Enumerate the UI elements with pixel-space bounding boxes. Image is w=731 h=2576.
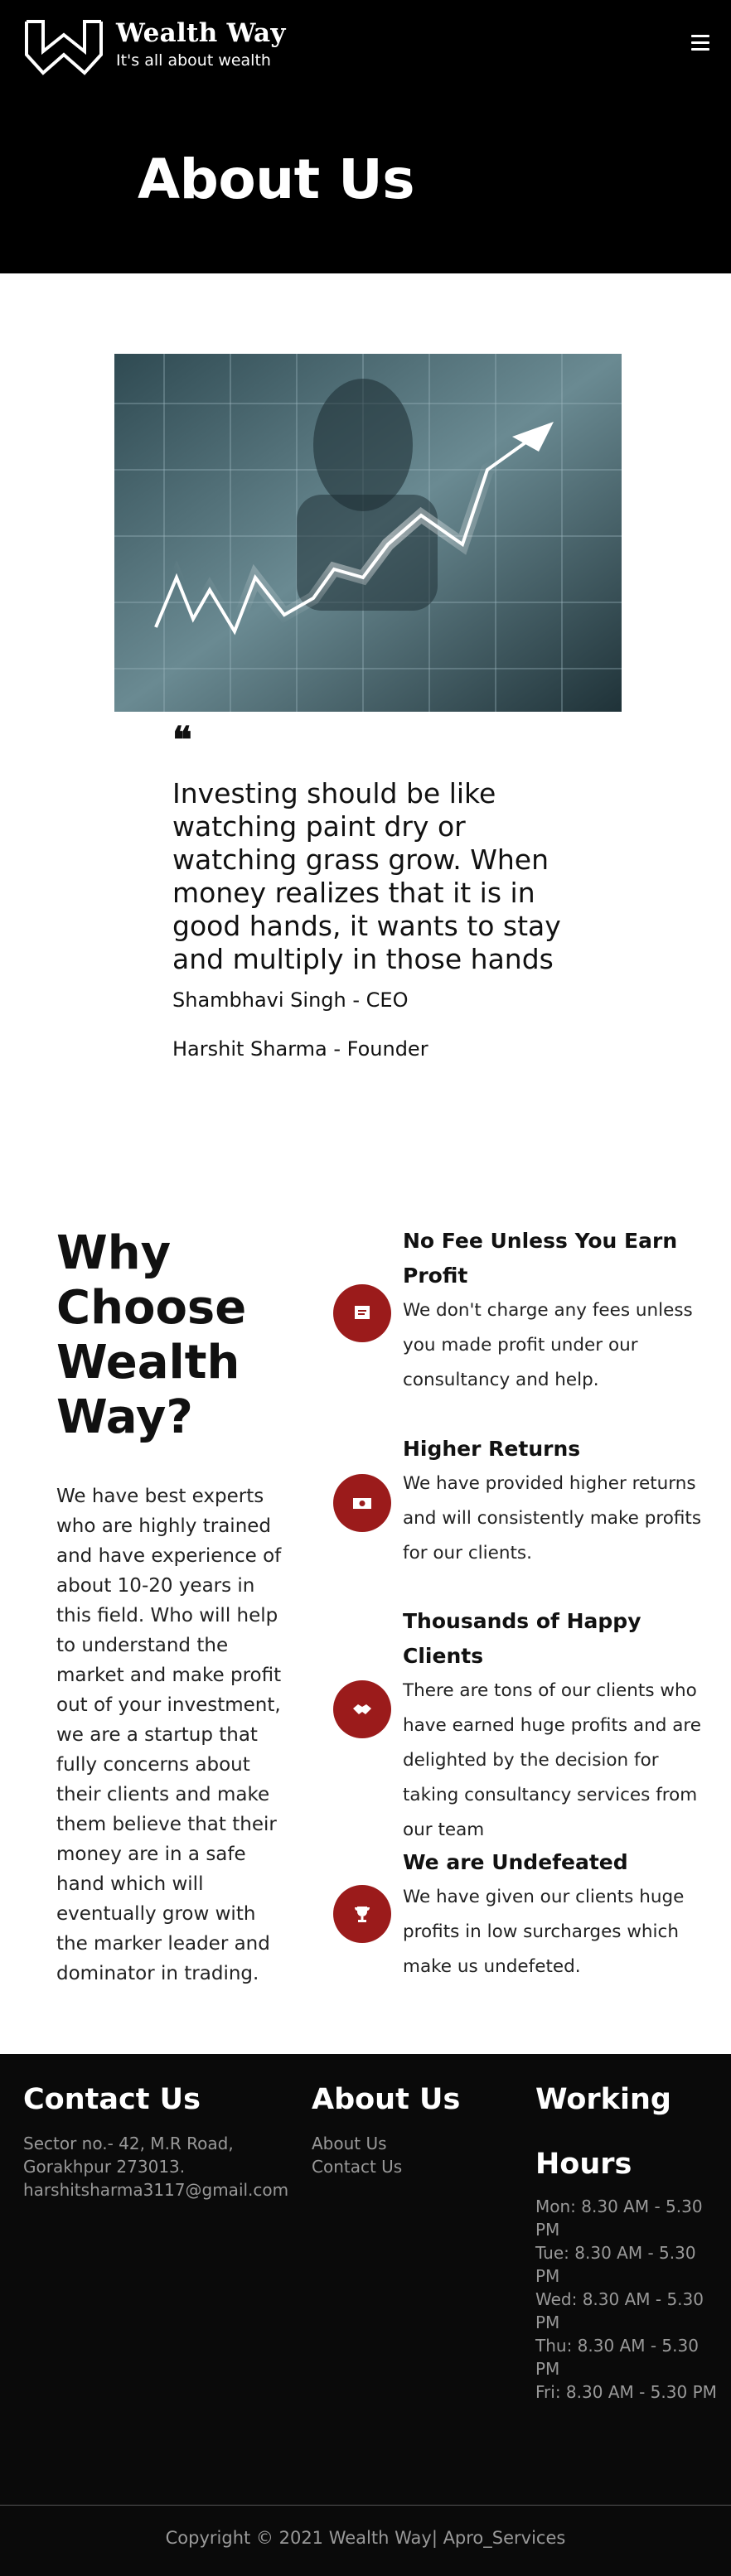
brand-tagline: It's all about wealth xyxy=(116,51,271,70)
feature-title: Thousands of Happy Clients xyxy=(403,1609,641,1668)
why-choose-heading: Why Choose Wealth Way? xyxy=(56,1226,247,1444)
footer-contact-heading: Contact Us xyxy=(23,2083,201,2116)
feature-higher-returns: Higher Returns We have provided higher r… xyxy=(403,1432,708,1571)
footer-address-line: Gorakhpur 273013. xyxy=(23,2157,186,2177)
hours-line: Mon: 8.30 AM - 5.30 PM xyxy=(535,2197,703,2240)
footer-hours: Working Hours Mon: 8.30 AM - 5.30 PM Tue… xyxy=(535,2067,719,2404)
quote-text: Investing should be like watching paint … xyxy=(172,777,561,975)
feature-title: No Fee Unless You Earn Profit xyxy=(403,1229,678,1288)
feature-text: We have given our clients huge profits i… xyxy=(403,1887,685,1977)
site-header: Wealth Way It's all about wealth About U… xyxy=(0,0,731,273)
feature-text: There are tons of our clients who have e… xyxy=(403,1680,701,1840)
feature-title: We are Undefeated xyxy=(403,1850,628,1874)
footer-email[interactable]: harshitsharma3117@gmail.com xyxy=(23,2178,297,2201)
feature-undefeated: We are Undefeated We have given our clie… xyxy=(403,1845,708,1984)
feature-text: We don't charge any fees unless you made… xyxy=(403,1300,693,1390)
footer-hours-heading-line1: Working xyxy=(535,2083,671,2116)
hours-line: Tue: 8.30 AM - 5.30 PM xyxy=(535,2243,696,2286)
money-icon xyxy=(333,1474,391,1532)
brand-name[interactable]: Wealth Way xyxy=(116,18,286,48)
feature-text: We have provided higher returns and will… xyxy=(403,1473,702,1563)
logo-icon[interactable] xyxy=(23,18,104,76)
footer-hours-heading-line2: Hours xyxy=(535,2148,632,2181)
handshake-icon xyxy=(333,1680,391,1738)
footer-address-line: Sector no.- 42, M.R Road, xyxy=(23,2134,234,2153)
footer-about-heading: About Us xyxy=(312,2083,461,2116)
footer-contact: Contact Us Sector no.- 42, M.R Road, Gor… xyxy=(23,2067,297,2201)
quote-icon: ❝ xyxy=(172,719,192,761)
trophy-icon xyxy=(333,1885,391,1943)
why-choose-description: We have best experts who are highly trai… xyxy=(56,1486,282,1984)
feature-happy-clients: Thousands of Happy Clients There are ton… xyxy=(403,1604,708,1848)
footer-link-contact[interactable]: Contact Us xyxy=(312,2155,494,2178)
site-footer: Contact Us Sector no.- 42, M.R Road, Gor… xyxy=(0,2054,731,2576)
investment-growth-image xyxy=(114,354,622,712)
hamburger-menu-icon[interactable] xyxy=(691,35,709,51)
page-title: About Us xyxy=(138,147,415,211)
hours-line: Fri: 8.30 AM - 5.30 PM xyxy=(535,2382,717,2402)
hours-line: Thu: 8.30 AM - 5.30 PM xyxy=(535,2336,699,2379)
feature-title: Higher Returns xyxy=(403,1437,581,1461)
hours-line: Wed: 8.30 AM - 5.30 PM xyxy=(535,2289,704,2332)
copyright-text: Copyright © 2021 Wealth Way| Apro_Servic… xyxy=(165,2528,566,2548)
footer-about: About Us About Us Contact Us xyxy=(312,2067,494,2178)
founder-name: Harshit Sharma - Founder xyxy=(172,1037,428,1061)
footer-link-about[interactable]: About Us xyxy=(312,2132,494,2155)
receipt-icon xyxy=(333,1284,391,1342)
feature-no-fee: No Fee Unless You Earn Profit We don't c… xyxy=(403,1224,708,1398)
ceo-name: Shambhavi Singh - CEO xyxy=(172,988,409,1012)
footer-divider xyxy=(0,2505,731,2506)
